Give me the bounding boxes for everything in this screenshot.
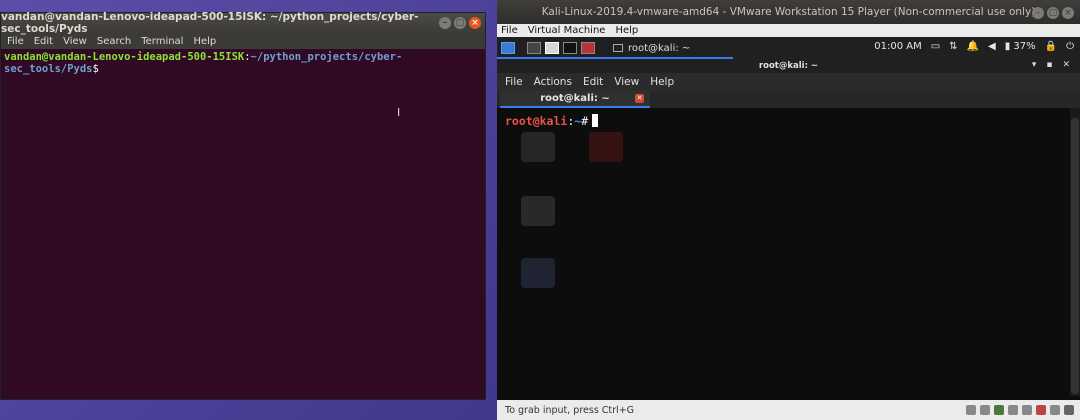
kali-close-icon[interactable]: ✕ (1062, 60, 1070, 70)
kali-panel-tray: 01:00 AM ▭ ⇅ 🔔 ◀ ▮ 37% 🔒 ⏻ (874, 41, 1074, 52)
show-desktop-icon[interactable] (527, 42, 541, 54)
vmware-window: Kali-Linux-2019.4-vmware-amd64 - VMware … (497, 0, 1080, 420)
menu-file[interactable]: File (7, 36, 24, 47)
tab-root-kali[interactable]: root@kali: ~ ✕ (500, 91, 650, 108)
notification-bell-icon[interactable]: 🔔 (967, 41, 979, 52)
power-icon[interactable]: ⏻ (1066, 41, 1074, 52)
kali-terminal-window: root@kali: ~ ▾ ▪ ✕ File Actions Edit Vie… (497, 59, 1080, 400)
vm-message-icon[interactable] (1064, 405, 1074, 415)
kali-terminal-output[interactable]: root@kali:~# (497, 108, 1070, 396)
maximize-button[interactable]: ▢ (454, 17, 466, 29)
printer-icon[interactable] (1036, 405, 1046, 415)
clock[interactable]: 01:00 AM (874, 41, 921, 52)
device-icons (966, 405, 1074, 415)
tab-close-icon[interactable]: ✕ (635, 94, 644, 103)
kali-menu-actions[interactable]: Actions (534, 76, 572, 88)
vm-menu-help[interactable]: Help (615, 25, 638, 36)
kali-terminal-titlebar[interactable]: root@kali: ~ ▾ ▪ ✕ (497, 59, 1080, 73)
menu-help[interactable]: Help (193, 36, 216, 47)
prompt-user: vandan@vandan-Lenovo-ideapad-500-15ISK (4, 51, 245, 63)
vmware-menubar: File Virtual Machine Help (497, 24, 1080, 37)
kali-menu-help[interactable]: Help (650, 76, 674, 88)
minimize-button[interactable]: – (439, 17, 451, 29)
ghost-trash-icon (521, 132, 555, 162)
terminal-titlebar[interactable]: vandan@vandan-Lenovo-ideapad-500-15ISK: … (1, 11, 485, 35)
terminal-menubar: File Edit View Search Terminal Help (1, 33, 485, 49)
lock-icon[interactable]: 🔒 (1045, 41, 1057, 52)
kali-top-panel: root@kali: ~ 01:00 AM ▭ ⇅ 🔔 ◀ ▮ 37% 🔒 ⏻ (497, 37, 1080, 59)
vmware-statusbar: To grab input, press Ctrl+G (497, 400, 1080, 420)
kali-prompt-symbol: # (581, 114, 589, 128)
taskbar-item-label: root@kali: ~ (628, 42, 691, 54)
vm-menu-virtual-machine[interactable]: Virtual Machine (528, 25, 606, 36)
ghost-home-icon (521, 258, 555, 288)
grab-input-hint: To grab input, press Ctrl+G (505, 404, 635, 416)
network-adapter-icon[interactable] (994, 405, 1004, 415)
terminal-output[interactable]: vandan@vandan-Lenovo-ideapad-500-15ISK:~… (1, 49, 485, 77)
prompt-symbol: $ (92, 63, 99, 75)
menu-search[interactable]: Search (97, 36, 131, 47)
vmware-title: Kali-Linux-2019.4-vmware-amd64 - VMware … (541, 6, 1036, 18)
ghost-drive-icon (521, 196, 555, 226)
vmware-window-controls: – ▢ × (1032, 7, 1074, 19)
browser-launcher-icon[interactable] (581, 42, 595, 54)
terminal-title: vandan@vandan-Lenovo-ideapad-500-15ISK: … (1, 11, 419, 35)
kali-terminal-menubar: File Actions Edit View Help (497, 73, 1080, 91)
text-cursor (592, 114, 599, 127)
ghost-file-icon (589, 132, 623, 162)
tab-label: root@kali: ~ (540, 93, 610, 104)
close-button[interactable]: × (469, 17, 481, 29)
menu-edit[interactable]: Edit (34, 36, 53, 47)
terminal-launcher-icon[interactable] (563, 42, 577, 54)
ubuntu-terminal-window: vandan@vandan-Lenovo-ideapad-500-15ISK: … (0, 11, 486, 400)
kali-window-controls: ▾ ▪ ✕ (1032, 60, 1070, 70)
file-manager-icon[interactable] (545, 42, 559, 54)
usb-icon[interactable] (1008, 405, 1018, 415)
display-icon[interactable]: ▭ (931, 41, 940, 52)
kali-tab-bar: root@kali: ~ ✕ (497, 91, 1080, 108)
kali-terminal-scrollbar[interactable] (1070, 108, 1080, 396)
kali-menu-edit[interactable]: Edit (583, 76, 603, 88)
sound-icon[interactable] (1022, 405, 1032, 415)
taskbar-item-terminal[interactable]: root@kali: ~ (613, 43, 690, 54)
vmware-close-button[interactable]: × (1062, 7, 1074, 19)
battery-percent: 37% (1013, 41, 1036, 52)
vmware-minimize-button[interactable]: – (1032, 7, 1044, 19)
window-controls: – ▢ × (439, 17, 481, 29)
kali-terminal-title: root@kali: ~ (758, 61, 819, 71)
hdd-icon[interactable] (966, 405, 976, 415)
kali-menu-icon[interactable] (501, 42, 515, 54)
vmware-titlebar[interactable]: Kali-Linux-2019.4-vmware-amd64 - VMware … (497, 0, 1080, 24)
volume-icon[interactable]: ◀ (988, 41, 996, 52)
menu-view[interactable]: View (63, 36, 87, 47)
taskbar-window-icon (613, 44, 623, 52)
menu-terminal[interactable]: Terminal (141, 36, 183, 47)
scrollbar-thumb[interactable] (1071, 118, 1079, 394)
kali-menu-file[interactable]: File (505, 76, 523, 88)
mouse-ibeam-cursor-icon: I (397, 106, 401, 119)
display-settings-icon[interactable] (1050, 405, 1060, 415)
kali-prompt-user: root@kali (505, 114, 568, 128)
cd-icon[interactable] (980, 405, 990, 415)
vm-menu-file[interactable]: File (501, 25, 518, 36)
kali-minimize-icon[interactable]: ▾ (1032, 60, 1037, 70)
battery-indicator[interactable]: ▮ 37% (1005, 41, 1036, 52)
network-icon[interactable]: ⇅ (949, 41, 957, 52)
kali-maximize-icon[interactable]: ▪ (1046, 60, 1052, 70)
vmware-maximize-button[interactable]: ▢ (1047, 7, 1059, 19)
kali-menu-view[interactable]: View (614, 76, 639, 88)
